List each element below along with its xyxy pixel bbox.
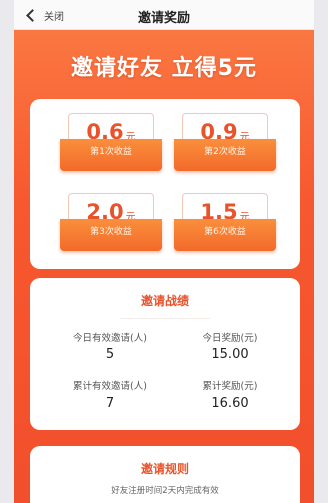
reward-item: 2.0 元 第3次收益 [60, 193, 162, 251]
reward-item: 0.6 元 第1次收益 [60, 113, 162, 171]
rule-text: 好友注册时间2天内完成有效 [111, 486, 219, 496]
reward-item: 0.9 元 第2次收益 [174, 113, 276, 171]
stats-title: 邀请战绩 [140, 294, 189, 308]
rewards-card: 0.6 元 第1次收益 0.9 元 第2次收益 2.0 元 第3次收益 1.5 [30, 99, 300, 269]
stat-label: 累计奖励(元) [202, 381, 258, 392]
reward-label: 第1次收益 [90, 147, 132, 157]
page-title: 邀请奖励 [137, 11, 190, 26]
rules-card: 邀请规则 好友注册时间2天内完成有效 [30, 446, 300, 503]
divider [120, 318, 210, 319]
reward-label: 第6次收益 [204, 227, 246, 237]
stat-label: 今日有效邀请(人) [73, 333, 147, 344]
app-screen: 关闭 邀请奖励 邀请好友 立得5元 0.6 元 第1次收益 0.9 元 第2次收… [14, 0, 314, 503]
stats-card: 邀请战绩 今日有效邀请(人) 5 今日奖励(元) 15.00 累计有效邀请(人)… [30, 278, 300, 430]
reward-label: 第2次收益 [204, 147, 246, 157]
nav-bar: 关闭 邀请奖励 [14, 0, 314, 30]
rules-title: 邀请规则 [140, 462, 189, 476]
stat-label: 今日奖励(元) [202, 333, 258, 344]
banner-title: 邀请好友 立得5元 [71, 56, 257, 81]
stat-value: 5 [105, 347, 115, 362]
reward-item: 1.5 元 第6次收益 [174, 193, 276, 251]
stat-value: 7 [105, 396, 115, 411]
stat-value: 15.00 [211, 347, 249, 362]
stat-label: 累计有效邀请(人) [73, 381, 147, 392]
stat-value: 16.60 [211, 396, 249, 411]
reward-label: 第3次收益 [90, 227, 132, 237]
